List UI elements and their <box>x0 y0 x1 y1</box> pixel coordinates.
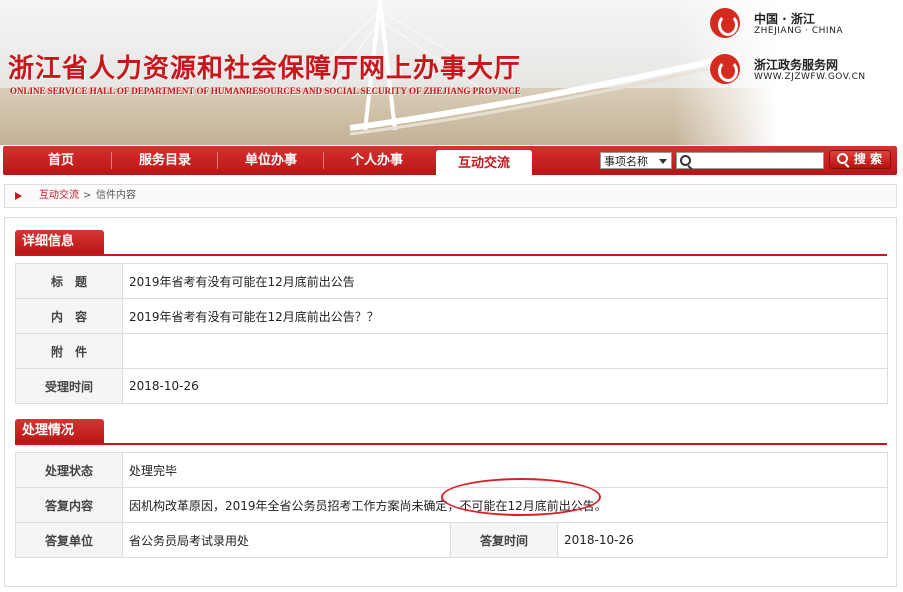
search-box[interactable] <box>676 152 824 169</box>
breadcrumb-link-interaction[interactable]: 互动交流 <box>39 185 79 207</box>
detail-section-header: 详细信息 <box>15 229 887 256</box>
table-row: 内 容 2019年省考有没有可能在12月底前出公告？？ <box>15 298 888 334</box>
title-value: 2019年省考有没有可能在12月底前出公告 <box>122 263 888 299</box>
reply-label: 答复内容 <box>15 487 123 523</box>
reply-time-value: 2018-10-26 <box>557 522 888 558</box>
nav-service-catalog[interactable]: 服务目录 <box>115 146 215 175</box>
search-type-value: 事项名称 <box>604 155 648 168</box>
logo1-sub: ZHEJIANG · CHINA <box>754 26 843 36</box>
table-row: 标 题 2019年省考有没有可能在12月底前出公告 <box>15 263 888 299</box>
emblem-icon <box>710 8 740 38</box>
site-subtitle: ONLINE SERVICE HALL OF DEPARTMENT OF HUM… <box>10 86 521 96</box>
search-button[interactable]: 搜 索 <box>829 150 891 169</box>
nav-divider <box>323 152 324 169</box>
nav-personal-affairs[interactable]: 个人办事 <box>327 146 427 175</box>
nav-unit-affairs[interactable]: 单位办事 <box>221 146 321 175</box>
detail-section-title: 详细信息 <box>15 230 104 254</box>
logo2-sub: WWW.ZJZWFW.GOV.CN <box>754 72 866 82</box>
breadcrumb-separator: > <box>83 190 92 201</box>
accept-time-value: 2018-10-26 <box>122 368 888 404</box>
handling-section-header: 处理情况 <box>15 418 887 445</box>
reply-time-label: 答复时间 <box>450 522 558 558</box>
search-type-select[interactable]: 事项名称 <box>600 152 672 169</box>
header-banner: 浙江省人力资源和社会保障厅网上办事大厅 ONLINE SERVICE HALL … <box>0 0 903 145</box>
attachment-value <box>122 333 888 369</box>
search-input[interactable] <box>693 153 821 168</box>
site-title: 浙江省人力资源和社会保障厅网上办事大厅 <box>8 54 522 84</box>
handling-section-title: 处理情况 <box>15 419 104 443</box>
title-label: 标 题 <box>15 263 123 299</box>
reply-unit-value: 省公务员局考试录用处 <box>122 522 451 558</box>
content-value: 2019年省考有没有可能在12月底前出公告？？ <box>122 298 888 334</box>
nav-interaction[interactable]: 互动交流 <box>436 150 532 175</box>
search-button-label: 搜 索 <box>853 152 882 166</box>
highlight-annotation-circle <box>441 478 601 516</box>
breadcrumb-current: 信件内容 <box>96 190 136 201</box>
dropdown-arrow-icon <box>659 159 667 164</box>
breadcrumb: 互动交流 > 信件内容 <box>4 184 897 208</box>
nav-divider <box>217 152 218 169</box>
status-label: 处理状态 <box>15 452 123 488</box>
emblem-icon <box>710 54 740 84</box>
logo1-name: 中国 · 浙江 <box>754 12 815 26</box>
accept-time-label: 受理时间 <box>15 368 123 404</box>
table-row: 受理时间 2018-10-26 <box>15 368 888 404</box>
table-row: 处理状态 处理完毕 <box>15 452 888 488</box>
table-row: 答复单位 省公务员局考试录用处 答复时间 2018-10-26 <box>15 522 888 558</box>
attachment-label: 附 件 <box>15 333 123 369</box>
reply-unit-label: 答复单位 <box>15 522 123 558</box>
search-icon <box>680 155 691 166</box>
table-row: 附 件 <box>15 333 888 369</box>
search-icon <box>837 153 848 164</box>
nav-divider <box>111 152 112 169</box>
detail-table: 标 题 2019年省考有没有可能在12月底前出公告 内 容 2019年省考有没有… <box>15 263 888 404</box>
nav-home[interactable]: 首页 <box>11 146 111 175</box>
play-arrow-icon <box>15 192 22 200</box>
logo2-name: 浙江政务服务网 <box>754 58 839 72</box>
content-label: 内 容 <box>15 298 123 334</box>
